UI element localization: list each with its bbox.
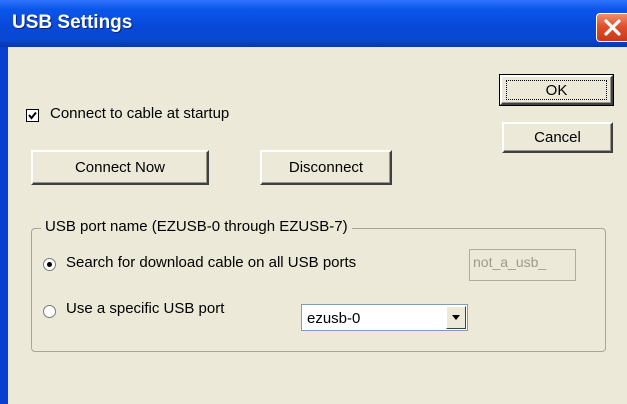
- usb-port-select-value: ezusb-0: [307, 310, 361, 327]
- cancel-button[interactable]: Cancel: [502, 122, 613, 153]
- disconnect-label: Disconnect: [288, 159, 364, 176]
- connect-at-startup-label: Connect to cable at startup: [50, 105, 230, 122]
- usb-port-group-title: USB port name (EZUSB-0 through EZUSB-7): [41, 218, 352, 235]
- chevron-down-icon: [452, 315, 460, 320]
- usb-port-group: [31, 228, 606, 352]
- connect-now-label: Connect Now: [74, 159, 166, 176]
- specific-port-radio[interactable]: [43, 305, 56, 318]
- dialog-body: Connect to cable at startup OK Cancel Co…: [8, 47, 627, 404]
- specific-port-label: Use a specific USB port: [66, 300, 225, 317]
- close-icon: [604, 19, 621, 36]
- connect-at-startup-checkbox[interactable]: [26, 109, 39, 122]
- cancel-label: Cancel: [534, 129, 581, 146]
- ok-button[interactable]: OK: [499, 74, 614, 106]
- usb-port-select[interactable]: ezusb-0: [301, 304, 468, 331]
- connect-now-button[interactable]: Connect Now: [31, 150, 209, 185]
- dialog-title: USB Settings: [12, 12, 133, 33]
- title-bar[interactable]: USB Settings: [0, 0, 627, 47]
- checkmark-icon: [28, 111, 37, 120]
- dropdown-button[interactable]: [446, 306, 466, 329]
- search-all-ports-radio[interactable]: [43, 258, 56, 271]
- close-button[interactable]: [596, 13, 627, 42]
- search-port-name-field[interactable]: not_a_usb_: [469, 249, 576, 281]
- search-all-ports-label: Search for download cable on all USB por…: [66, 254, 357, 271]
- radio-selected-dot: [47, 262, 52, 267]
- usb-settings-dialog: USB Settings Connect to cable at startup…: [0, 0, 627, 404]
- focus-rectangle: [506, 80, 607, 100]
- disconnect-button[interactable]: Disconnect: [260, 150, 392, 185]
